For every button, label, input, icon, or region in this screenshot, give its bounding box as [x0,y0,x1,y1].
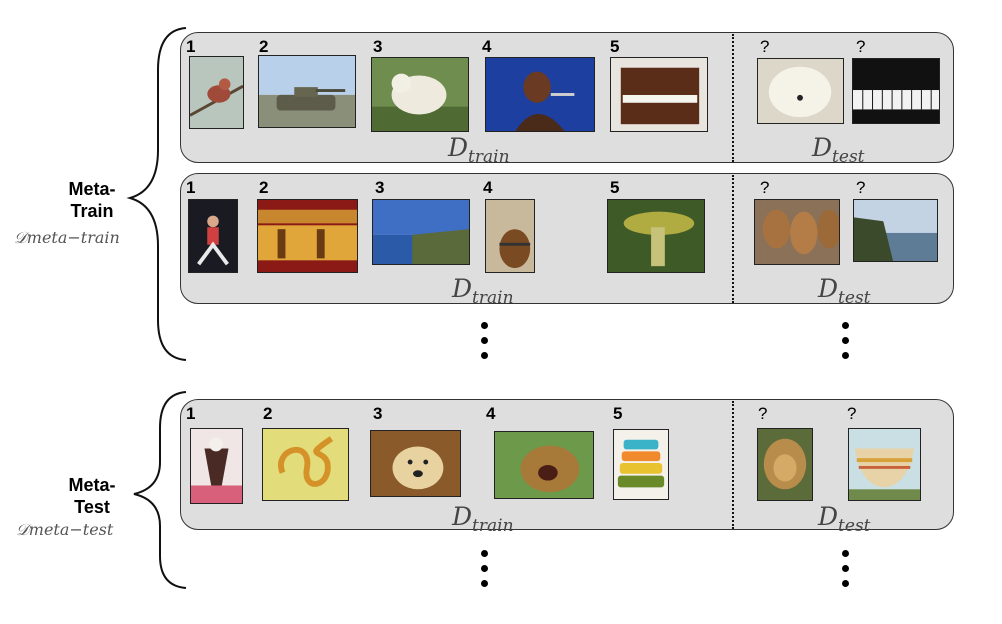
meta-test-title-line1: Meta- [68,475,116,495]
d-test-label: Dtest [812,133,865,167]
lion-roaring-image [494,431,594,499]
carousel-image [257,199,358,273]
tank-image [258,55,356,128]
lion-query-image [757,428,813,501]
class-number-2: 2 [263,404,273,423]
more-episodes-ellipsis [481,322,489,367]
train-episode-1-divider [732,34,734,162]
class-number-1: 1 [186,178,196,197]
query-marker: ? [758,404,768,423]
meta-learning-diagram: Meta- Train 𝒟meta−train Meta- Test 𝒟meta… [0,0,1002,624]
gymnast-image [188,199,238,273]
bird-image [189,56,244,129]
singer-image [485,57,595,132]
meta-train-label: Meta- Train [42,178,142,222]
class-number-2: 2 [259,178,269,197]
class-number-5: 5 [610,37,620,56]
cliff-query-image [853,199,938,262]
more-episodes-ellipsis [842,550,850,595]
query-marker: ? [760,37,770,56]
class-number-1: 1 [186,37,196,56]
meta-test-label: Meta- Test [42,474,142,518]
golden-retriever-image [370,430,461,497]
barrel-image [485,199,535,273]
class-number-4: 4 [486,404,496,423]
test-episode-1-divider [732,401,734,529]
class-number-4: 4 [483,178,493,197]
d-train-label: Dtrain [448,133,510,167]
class-number-3: 3 [375,178,385,197]
meta-train-title-line2: Train [70,201,114,221]
cliff-image [372,199,470,265]
train-episode-2-divider [732,175,734,303]
class-number-2: 2 [259,37,269,56]
class-number-3: 3 [373,404,383,423]
class-number-5: 5 [610,178,620,197]
class-number-3: 3 [373,37,383,56]
meta-train-dataset-label: 𝒟meta−train [14,228,120,247]
query-marker: ? [856,37,866,56]
class-number-4: 4 [482,37,492,56]
query-marker: ? [856,178,866,197]
d-train-label: Dtrain [452,502,514,536]
d-test-label: Dtest [818,274,871,308]
d-test-label: Dtest [818,502,871,536]
piano-query-image [852,58,940,124]
piano-image [610,57,708,132]
white-dog-image [371,57,469,132]
dessert-image [190,428,243,504]
meta-test-dataset-label: 𝒟meta−test [16,520,114,539]
d-train-label: Dtrain [452,274,514,308]
more-episodes-ellipsis [481,550,489,595]
class-number-5: 5 [613,404,623,423]
mushroom-image [607,199,705,273]
query-marker: ? [760,178,770,197]
bowls-image [613,429,669,500]
meta-test-title-line2: Test [74,497,110,517]
barrels-query-image [754,199,840,265]
more-episodes-ellipsis [842,322,850,367]
white-dog-query-image [757,58,844,124]
query-marker: ? [847,404,857,423]
meta-train-title-line1: Meta- [68,179,116,199]
class-number-1: 1 [186,404,196,423]
nematode-image [262,428,349,501]
bowl-query-image [848,428,921,501]
